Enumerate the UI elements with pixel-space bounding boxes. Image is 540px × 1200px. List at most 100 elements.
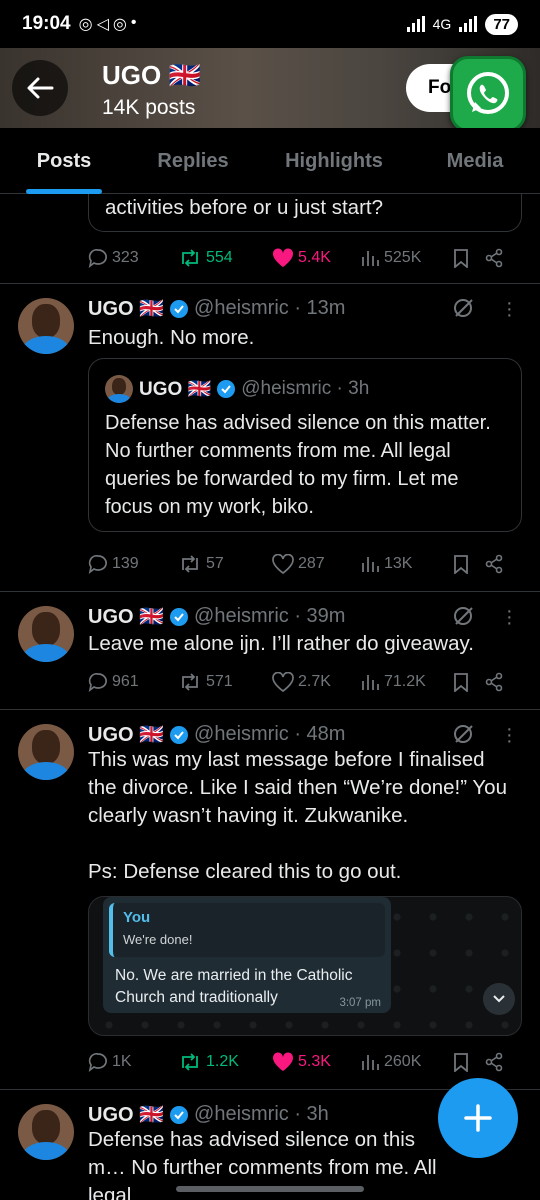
view-count: 13K [384, 555, 413, 572]
repost-count: 57 [206, 555, 224, 572]
grok-icon[interactable] [452, 604, 476, 628]
tweet-actions: 323 554 5.4K 525K [88, 244, 520, 272]
author-name[interactable]: UGO 🇬🇧 [88, 296, 164, 321]
tab-posts[interactable]: Posts [0, 128, 128, 194]
tweet-text: This was my last message before I finali… [88, 748, 507, 827]
quoted-tweet-card[interactable]: UGO 🇬🇧 @heismric · 3h Defense has advise… [88, 358, 522, 532]
tab-label: Posts [36, 149, 92, 172]
telegram-notification-icon: ◁ [96, 16, 109, 33]
share-button[interactable] [484, 672, 510, 692]
quoted-reply-text: We're done! [123, 932, 193, 947]
repost-button[interactable]: 571 [178, 672, 272, 692]
plus-icon [464, 1104, 492, 1132]
whatsapp-floating-icon[interactable] [450, 56, 526, 132]
tweet-header: UGO 🇬🇧 @heismric · 39m [88, 604, 345, 629]
reply-button[interactable]: 961 [88, 672, 178, 692]
verified-badge-icon [170, 725, 189, 744]
views-chart-icon [362, 675, 379, 690]
more-options-icon[interactable]: · · · [506, 601, 518, 633]
like-button[interactable]: 5.4K [272, 248, 360, 268]
like-button[interactable]: 5.3K [272, 1052, 360, 1072]
bookmark-icon [454, 673, 468, 692]
arrow-left-icon [27, 77, 54, 99]
tweet-actions: 961 571 2.7K 71.2K [88, 668, 520, 696]
reply-icon [88, 673, 107, 692]
avatar[interactable] [18, 606, 74, 662]
compose-post-button[interactable] [438, 1078, 518, 1158]
repost-icon [182, 673, 198, 691]
tab-replies[interactable]: Replies [128, 128, 258, 194]
grok-icon[interactable] [452, 722, 476, 746]
views-button[interactable]: 13K [360, 554, 452, 574]
avatar[interactable] [18, 298, 74, 354]
gesture-home-bar[interactable] [176, 1186, 364, 1192]
bookmark-icon [454, 555, 468, 574]
author-handle-time: @heismric · 3h [194, 1103, 329, 1125]
tweet-text: Enough. No more. [88, 326, 255, 349]
tweet-actions: 1K 1.2K 5.3K 260K [88, 1048, 520, 1076]
views-chart-icon [362, 1055, 379, 1070]
author-name[interactable]: UGO 🇬🇧 [88, 1102, 164, 1127]
tweet-text-continued: Ps: Defense cleared this to go out. [88, 860, 402, 883]
repost-icon [182, 1053, 198, 1071]
bookmark-button[interactable] [452, 248, 484, 268]
verified-badge-icon [170, 1105, 189, 1124]
signal-icon-2 [459, 16, 478, 32]
bookmark-button[interactable] [452, 672, 484, 692]
views-chart-icon [362, 251, 379, 266]
profile-tabs: Posts Replies Highlights Media [0, 128, 540, 194]
tab-media[interactable]: Media [410, 128, 540, 194]
reply-icon [88, 249, 107, 268]
bookmark-button[interactable] [452, 554, 484, 574]
avatar[interactable] [18, 1104, 74, 1160]
quoted-tweet-card[interactable]: activities before or u just start? [88, 194, 522, 232]
share-button[interactable] [484, 554, 510, 574]
tab-highlights[interactable]: Highlights [258, 128, 410, 194]
profile-name: UGO 🇬🇧 [102, 60, 201, 90]
like-count: 5.4K [298, 249, 331, 266]
bookmark-button[interactable] [452, 1052, 484, 1072]
like-button[interactable]: 287 [272, 554, 360, 574]
grok-icon[interactable] [452, 296, 476, 320]
scroll-down-button [483, 983, 515, 1015]
more-options-icon[interactable]: · · · [506, 293, 518, 325]
author-name[interactable]: UGO 🇬🇧 [88, 604, 164, 629]
reply-button[interactable]: 139 [88, 554, 178, 574]
verified-badge-icon [170, 299, 189, 318]
author-name[interactable]: UGO 🇬🇧 [88, 722, 164, 747]
quoted-avatar [105, 375, 133, 403]
share-button[interactable] [484, 1052, 510, 1072]
chevron-down-icon [493, 995, 505, 1003]
repost-button[interactable]: 57 [178, 554, 272, 574]
reply-count: 961 [112, 673, 139, 690]
reply-count: 1K [112, 1053, 132, 1070]
repost-button[interactable]: 554 [178, 248, 272, 268]
share-icon [485, 1052, 503, 1072]
reply-count: 323 [112, 249, 139, 266]
views-button[interactable]: 71.2K [360, 672, 452, 692]
tweet[interactable]: UGO 🇬🇧 @heismric · 39m · · · Leave me alon… [0, 592, 540, 710]
tweet[interactable]: UGO 🇬🇧 @heismric · 48m · · · This was my l… [0, 710, 540, 1090]
like-button[interactable]: 2.7K [272, 672, 360, 692]
chat-message-time: 3:07 pm [339, 997, 381, 1009]
tweet-text: Leave me alone ijn. I’ll rather do givea… [88, 632, 474, 655]
views-button[interactable]: 260K [360, 1052, 452, 1072]
heart-outline-icon [272, 672, 294, 692]
avatar[interactable] [18, 724, 74, 780]
more-options-icon[interactable]: · · · [506, 719, 518, 751]
quoted-tweet-text: activities before or u just start? [105, 196, 384, 219]
views-button[interactable]: 525K [360, 248, 452, 268]
author-handle-time: @heismric · 39m [194, 605, 346, 627]
share-button[interactable] [484, 248, 510, 268]
repost-button[interactable]: 1.2K [178, 1052, 272, 1072]
tweet[interactable]: UGO 🇬🇧 @heismric · 13m · · · Enough. No mo… [0, 284, 540, 592]
tweet-image-chat-screenshot[interactable]: You We're done! No. We are married in th… [88, 896, 522, 1036]
back-button[interactable] [12, 60, 68, 116]
view-count: 525K [384, 249, 422, 266]
repost-icon [182, 249, 198, 267]
reply-button[interactable]: 323 [88, 248, 178, 268]
reply-button[interactable]: 1K [88, 1052, 178, 1072]
heart-filled-icon [272, 248, 294, 267]
tweet-header: UGO 🇬🇧 @heismric · 48m [88, 722, 345, 747]
tweet[interactable]: activities before or u just start? 323 5… [0, 194, 540, 284]
